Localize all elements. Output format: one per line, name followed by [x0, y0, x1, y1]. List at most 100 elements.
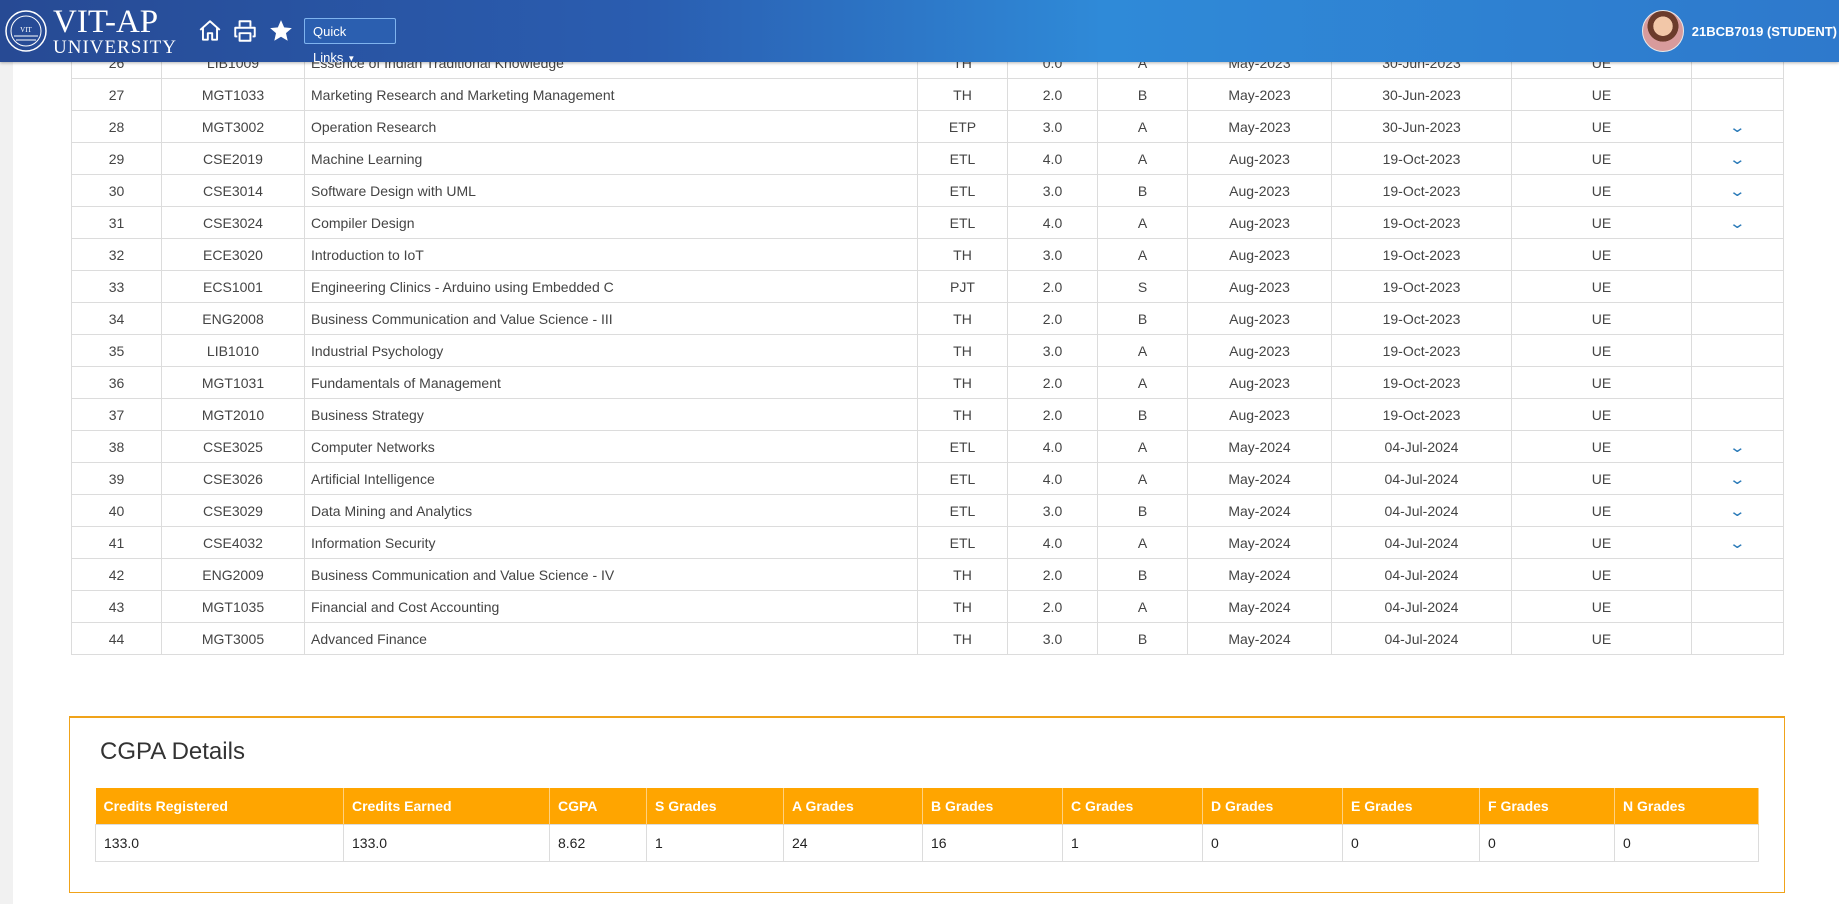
serial-number-cell: 40 [71, 494, 162, 527]
course-option-cell: UE [1511, 430, 1692, 463]
exam-month-cell: May-2024 [1187, 558, 1332, 591]
avatar[interactable] [1641, 10, 1684, 52]
cgpa-value-cell: 1 [646, 824, 784, 862]
expand-cell [1691, 78, 1784, 111]
serial-number-cell: 42 [71, 558, 162, 591]
course-option-cell: UE [1511, 78, 1692, 111]
course-option-cell: UE [1511, 622, 1692, 655]
result-date-cell: 04-Jul-2024 [1331, 622, 1512, 655]
grade-cell: A [1097, 526, 1188, 559]
cgpa-value-cell: 1 [1062, 824, 1203, 862]
chevron-down-icon[interactable]: ⌄ [1729, 470, 1747, 488]
course-option-cell: UE [1511, 174, 1692, 207]
course-option-cell: UE [1511, 366, 1692, 399]
grade-cell: B [1097, 78, 1188, 111]
expand-cell[interactable]: ⌄ [1691, 142, 1784, 175]
course-title-cell: Business Communication and Value Science… [304, 302, 918, 335]
expand-cell[interactable]: ⌄ [1691, 110, 1784, 143]
user-menu[interactable]: 21BCB7019 (STUDENT) [1641, 10, 1837, 52]
result-date-cell: 04-Jul-2024 [1331, 430, 1512, 463]
exam-month-cell: Aug-2023 [1187, 206, 1332, 239]
course-code-cell: ECS1001 [161, 270, 305, 303]
logo-subtitle: UNIVERSITY [53, 37, 177, 58]
course-title-cell: Business Strategy [304, 398, 918, 431]
chevron-down-icon[interactable]: ⌄ [1729, 534, 1747, 552]
course-type-cell: TH [917, 622, 1008, 655]
cgpa-column-header: Credits Earned [343, 788, 550, 825]
result-date-cell: 19-Oct-2023 [1331, 302, 1512, 335]
cgpa-values-row: 133.0 133.0 8.62 1 24 16 1 0 0 0 0 [95, 824, 1759, 862]
table-row: 38 CSE3025 Computer Networks ETL 4.0 A May-202… [71, 430, 1784, 463]
serial-number-cell: 29 [71, 142, 162, 175]
cgpa-value-cell: 0 [1614, 824, 1759, 862]
course-title-cell: Business Communication and Value Science… [304, 558, 918, 591]
course-code-cell: CSE3029 [161, 494, 305, 527]
table-row: 33 ECS1001 Engineering Clinics - Arduino u… [71, 270, 1784, 303]
result-date-cell: 30-Jun-2023 [1331, 78, 1512, 111]
expand-cell [1691, 334, 1784, 367]
course-code-cell: ECE3020 [161, 238, 305, 271]
course-code-cell: ENG2008 [161, 302, 305, 335]
course-type-cell: ETL [917, 462, 1008, 495]
cgpa-column-header: Credits Registered [95, 788, 344, 825]
expand-cell[interactable]: ⌄ [1691, 174, 1784, 207]
chevron-down-icon[interactable]: ⌄ [1729, 214, 1747, 232]
page-left-gutter [0, 0, 13, 904]
chevron-down-icon[interactable]: ⌄ [1729, 150, 1747, 168]
course-code-cell: MGT1031 [161, 366, 305, 399]
expand-cell [1691, 398, 1784, 431]
result-date-cell: 19-Oct-2023 [1331, 142, 1512, 175]
course-title-cell: Financial and Cost Accounting [304, 590, 918, 623]
grade-cell: B [1097, 398, 1188, 431]
star-icon[interactable] [268, 18, 294, 44]
serial-number-cell: 34 [71, 302, 162, 335]
grade-cell: S [1097, 270, 1188, 303]
course-grades-table: 26 LIB1009 Essence of Indian Traditional K… [71, 46, 1784, 655]
course-title-cell: Engineering Clinics - Arduino using Embe… [304, 270, 918, 303]
course-type-cell: TH [917, 238, 1008, 271]
grade-cell: A [1097, 462, 1188, 495]
result-date-cell: 19-Oct-2023 [1331, 366, 1512, 399]
printer-icon[interactable] [232, 18, 258, 44]
cgpa-details-panel: CGPA Details Credits Registered Credits E… [69, 716, 1785, 893]
cgpa-value-cell: 133.0 [343, 824, 550, 862]
chevron-down-icon[interactable]: ⌄ [1729, 438, 1747, 456]
quick-links-dropdown[interactable]: Quick Links ▼ [304, 18, 396, 65]
course-title-cell: Operation Research [304, 110, 918, 143]
expand-cell[interactable]: ⌄ [1691, 206, 1784, 239]
university-logo[interactable]: VIT VIT-AP UNIVERSITY [5, 6, 177, 58]
serial-number-cell: 32 [71, 238, 162, 271]
expand-cell[interactable]: ⌄ [1691, 462, 1784, 495]
grade-cell: A [1097, 334, 1188, 367]
credits-cell: 2.0 [1007, 366, 1098, 399]
course-title-cell: Fundamentals of Management [304, 366, 918, 399]
course-type-cell: ETL [917, 494, 1008, 527]
course-type-cell: TH [917, 302, 1008, 335]
course-option-cell: UE [1511, 302, 1692, 335]
cgpa-header-row: Credits Registered Credits Earned CGPA S Gr… [95, 788, 1759, 825]
exam-month-cell: Aug-2023 [1187, 270, 1332, 303]
course-code-cell: MGT3005 [161, 622, 305, 655]
table-row: 43 MGT1035 Financial and Cost Accounting TH… [71, 590, 1784, 623]
course-type-cell: TH [917, 558, 1008, 591]
expand-cell[interactable]: ⌄ [1691, 494, 1784, 527]
course-title-cell: Industrial Psychology [304, 334, 918, 367]
chevron-down-icon[interactable]: ⌄ [1729, 118, 1747, 136]
cgpa-value-cell: 133.0 [95, 824, 344, 862]
home-icon[interactable] [197, 18, 223, 44]
serial-number-cell: 35 [71, 334, 162, 367]
cgpa-column-header: CGPA [549, 788, 647, 825]
grade-cell: B [1097, 494, 1188, 527]
chevron-down-icon[interactable]: ⌄ [1729, 502, 1747, 520]
credits-cell: 4.0 [1007, 462, 1098, 495]
serial-number-cell: 27 [71, 78, 162, 111]
credits-cell: 2.0 [1007, 78, 1098, 111]
expand-cell[interactable]: ⌄ [1691, 430, 1784, 463]
expand-cell [1691, 366, 1784, 399]
expand-cell[interactable]: ⌄ [1691, 526, 1784, 559]
chevron-down-icon[interactable]: ⌄ [1729, 182, 1747, 200]
result-date-cell: 04-Jul-2024 [1331, 590, 1512, 623]
table-row: 41 CSE4032 Information Security ETL 4.0 A May-… [71, 526, 1784, 559]
course-option-cell: UE [1511, 238, 1692, 271]
grade-cell: A [1097, 430, 1188, 463]
